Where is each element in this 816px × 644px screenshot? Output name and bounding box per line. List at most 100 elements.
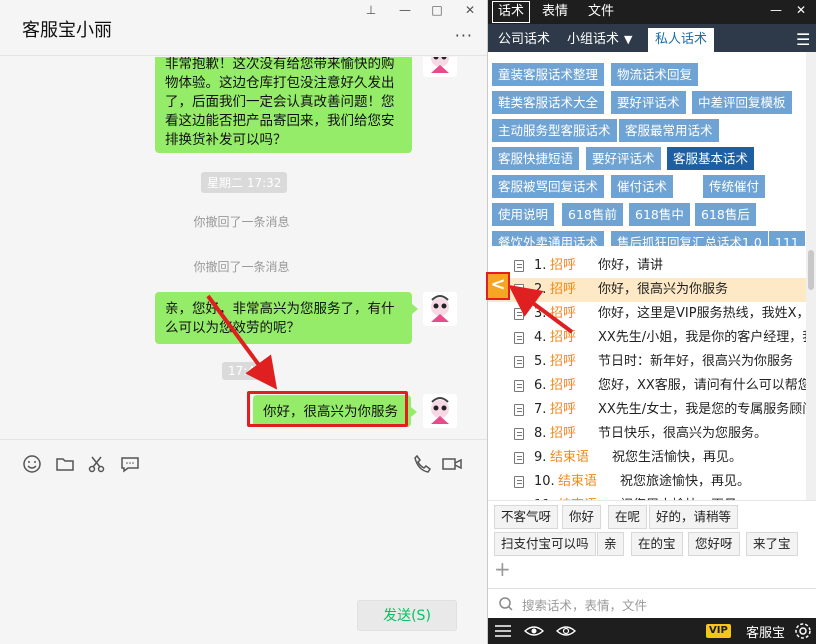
chevron-down-icon[interactable]: ▼ xyxy=(624,29,632,51)
quick-reply-button[interactable]: 亲 xyxy=(597,532,624,556)
tab-emoji[interactable]: 表情 xyxy=(542,0,568,24)
category-tag[interactable]: 鞋类客服话术大全 xyxy=(492,91,605,114)
script-category-tags: 童装客服话术整理 物流话术回复 鞋类客服话术大全 要好评话术 中差评回复模板 主… xyxy=(488,52,806,246)
category-tag[interactable]: 中差评回复模板 xyxy=(692,91,792,114)
menu-icon[interactable]: ☰ xyxy=(796,29,810,51)
add-quick-reply-button[interactable]: + xyxy=(494,559,514,581)
eye-outline-icon[interactable] xyxy=(555,623,577,643)
insert-arrow-button[interactable]: < xyxy=(486,272,510,300)
script-panel: 话术 表情 文件 — ✕ 公司话术 小组话术 ▼ 私人话术 ☰ 童装客服话术整理… xyxy=(488,0,816,644)
folder-icon[interactable] xyxy=(55,454,75,474)
phrase-text: 祝您生活愉快，再见。 xyxy=(612,450,743,465)
document-icon xyxy=(514,356,524,368)
document-icon xyxy=(514,452,524,464)
close-button[interactable]: ✕ xyxy=(796,3,806,17)
phrase-row[interactable]: 5. 招呼 节日时：新年好，很高兴为你服务 xyxy=(488,350,806,374)
chat-toolbar xyxy=(0,439,487,487)
quick-reply-button[interactable]: 你好 xyxy=(562,505,602,529)
document-icon xyxy=(514,332,524,344)
quick-reply-button[interactable]: 来了宝 xyxy=(746,532,798,556)
emoji-icon[interactable] xyxy=(22,454,42,474)
category-tag[interactable]: 物流话术回复 xyxy=(611,63,699,86)
more-icon[interactable]: ··· xyxy=(455,26,473,45)
phrase-number: 5. xyxy=(534,354,547,369)
scrollbar-thumb[interactable] xyxy=(808,250,814,290)
phrase-number: 1. xyxy=(534,258,547,273)
search-input[interactable]: 搜索话术，表情，文件 xyxy=(522,595,647,614)
search-bar[interactable]: 搜索话术，表情，文件 xyxy=(488,588,816,618)
category-tag[interactable]: 童装客服话术整理 xyxy=(492,63,605,86)
minimize-button[interactable]: — xyxy=(770,3,782,17)
send-button[interactable]: 发送(S) xyxy=(357,600,457,631)
tab-scripts[interactable]: 话术 xyxy=(492,1,531,23)
category-tag[interactable]: 主动服务型客服话术 xyxy=(492,119,617,142)
subtab-private[interactable]: 私人话术 xyxy=(648,28,715,52)
panel-tabs: 话术 表情 文件 — ✕ xyxy=(488,0,816,24)
category-tag[interactable]: 催付话术 xyxy=(611,175,674,198)
phrase-category: 招呼 xyxy=(550,378,577,393)
gear-icon[interactable] xyxy=(794,622,812,644)
scissors-icon[interactable] xyxy=(87,454,107,474)
phrase-row[interactable]: 6. 招呼 您好，XX客服，请问有什么可以帮您？ xyxy=(488,374,806,398)
phrase-row[interactable]: 1. 招呼 你好，请讲 xyxy=(488,254,806,278)
message-bubble[interactable]: 亲，您好，非常高兴为您服务了，有什么可以为您效劳的呢？ xyxy=(155,292,418,344)
subtab-group[interactable]: 小组话术 xyxy=(567,29,619,51)
close-button[interactable]: ✕ xyxy=(455,0,485,20)
quick-reply-button[interactable]: 好的，请稍等 xyxy=(649,505,739,529)
category-tag[interactable]: 要好评话术 xyxy=(611,91,686,114)
category-tag[interactable]: 618售后 xyxy=(695,203,756,226)
timestamp: 17:40 xyxy=(222,362,269,380)
category-tag[interactable]: 客服最常用话术 xyxy=(619,119,719,142)
vip-badge[interactable]: VIP xyxy=(706,624,731,638)
category-tag[interactable]: 618售前 xyxy=(562,203,623,226)
category-tag[interactable]: 传统催付 xyxy=(703,175,766,198)
phrase-row[interactable]: 2. 招呼 你好，很高兴为你服务 xyxy=(488,278,806,302)
panel-footer: VIP 客服宝 xyxy=(488,618,816,644)
minimize-button[interactable]: — xyxy=(390,0,420,20)
phrase-row[interactable]: 4. 招呼 XX先生/小姐，我是你的客户经理，我... xyxy=(488,326,806,350)
list-icon[interactable] xyxy=(494,623,512,643)
video-icon[interactable] xyxy=(441,454,462,474)
category-tag[interactable]: 客服快捷短语 xyxy=(492,147,580,170)
phrase-category: 招呼 xyxy=(550,330,577,345)
category-tag[interactable]: 要好评话术 xyxy=(586,147,661,170)
phrase-category: 招呼 xyxy=(550,354,577,369)
phrase-row[interactable]: 7.招呼 XX先生/女士，我是您的专属服务顾问X... xyxy=(488,398,806,422)
chat-bubble-icon[interactable] xyxy=(120,454,140,474)
phrase-number: 2. xyxy=(534,282,547,297)
phone-icon[interactable] xyxy=(412,454,432,474)
quick-replies: 不客气呀 你好 在呢 好的，请稍等 扫支付宝可以吗 亲 在的宝 您好呀 来了宝 … xyxy=(488,500,816,588)
phrase-row[interactable]: 9. 结束语 祝您生活愉快，再见。 xyxy=(488,446,806,470)
subtab-company[interactable]: 公司话术 xyxy=(498,29,550,51)
phrase-text: 你好，这里是VIP服务热线，我姓X，请... xyxy=(598,306,806,321)
message-bubble[interactable]: 非常抱歉！这次没有给您带来愉快的购物体验。这边仓库打包没注意好久发出了，后面我们… xyxy=(155,57,412,153)
phrase-number: 10. xyxy=(534,474,555,489)
document-icon xyxy=(514,284,524,296)
avatar[interactable] xyxy=(423,292,457,326)
category-tag[interactable]: 售后抓狂回复汇总话术1.0 xyxy=(611,231,768,246)
tab-files[interactable]: 文件 xyxy=(588,0,614,24)
message-list[interactable]: 非常抱歉！这次没有给您带来愉快的购物体验。这边仓库打包没注意好久发出了，后面我们… xyxy=(0,57,487,439)
phrase-row[interactable]: 8. 招呼 节日快乐，很高兴为您服务。 xyxy=(488,422,806,446)
quick-reply-button[interactable]: 不客气呀 xyxy=(494,505,559,529)
category-tag[interactable]: 餐饮外卖通用话术 xyxy=(492,231,605,246)
category-tag[interactable]: 111 xyxy=(769,231,805,246)
category-tag[interactable]: 618售中 xyxy=(629,203,690,226)
quick-reply-button[interactable]: 扫支付宝可以吗 xyxy=(494,532,596,556)
eye-icon[interactable] xyxy=(523,623,545,643)
phrase-number: 6. xyxy=(534,378,547,393)
quick-reply-button[interactable]: 在的宝 xyxy=(631,532,683,556)
phrase-row[interactable]: 10. 结束语 祝您旅途愉快，再见。 xyxy=(488,470,806,494)
quick-reply-button[interactable]: 您好呀 xyxy=(688,532,740,556)
phrase-row[interactable]: 3.招呼 你好，这里是VIP服务热线，我姓X，请... xyxy=(488,302,806,326)
quick-reply-button[interactable]: 在呢 xyxy=(608,505,648,529)
category-tag[interactable]: 使用说明 xyxy=(492,203,555,226)
phrase-text: 节日快乐，很高兴为您服务。 xyxy=(598,426,768,441)
maximize-button[interactable]: □ xyxy=(422,0,452,20)
avatar[interactable] xyxy=(423,394,457,428)
category-tag-selected[interactable]: 客服基本话术 xyxy=(667,147,755,170)
pin-icon[interactable]: ⊥ xyxy=(356,0,386,20)
category-tag[interactable]: 客服被骂回复话术 xyxy=(492,175,605,198)
avatar[interactable] xyxy=(423,57,457,77)
phrase-text: 祝您旅途愉快，再见。 xyxy=(620,474,751,489)
